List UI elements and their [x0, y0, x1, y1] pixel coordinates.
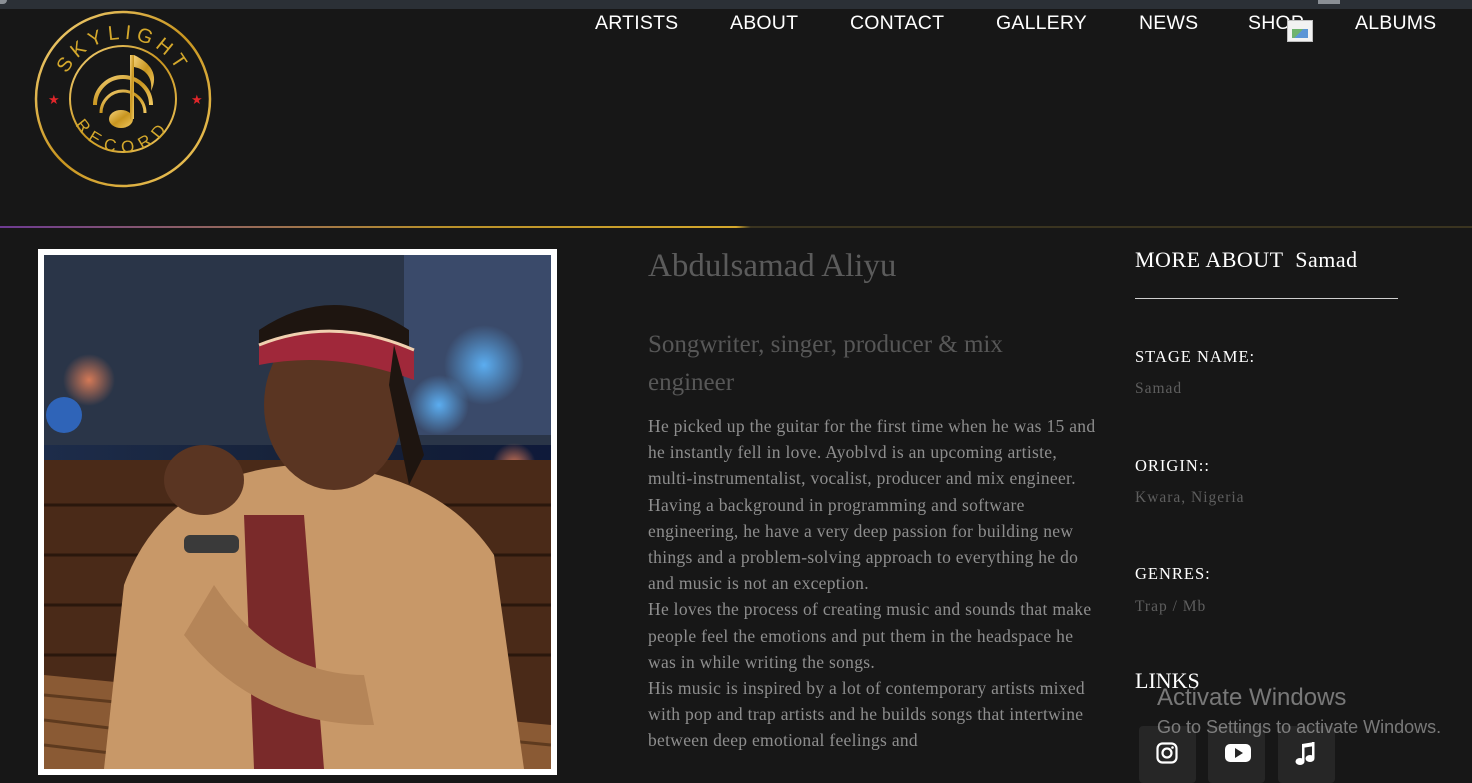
- music-note-icon: [1295, 742, 1315, 765]
- more-about-underline: [1135, 298, 1398, 299]
- origin-label: ORIGIN::: [1135, 456, 1210, 475]
- genres-value: Trap / Mb: [1135, 598, 1207, 615]
- bio-paragraph: He picked up the guitar for the first ti…: [648, 416, 1096, 489]
- artist-bio: He picked up the guitar for the first ti…: [648, 413, 1103, 754]
- browser-top-strip: [0, 0, 1472, 9]
- activate-windows-title: Activate Windows: [1157, 684, 1347, 711]
- bio-paragraph: He loves the process of creating music a…: [648, 599, 1092, 672]
- genres-label: GENRES:: [1135, 564, 1211, 583]
- artist-photo: [43, 255, 552, 771]
- artist-name: Abdulsamad Aliyu: [648, 248, 897, 284]
- nav-about[interactable]: ABOUT: [730, 12, 798, 35]
- main-nav: ARTISTS ABOUT CONTACT GALLERY NEWS SHOP …: [0, 12, 1472, 40]
- browser-strip-mark: [1318, 0, 1340, 4]
- artist-photo-frame: [38, 249, 557, 775]
- nav-news[interactable]: NEWS: [1139, 12, 1198, 35]
- origin-value: Kwara, Nigeria: [1135, 489, 1245, 506]
- activate-windows-subtitle: Go to Settings to activate Windows.: [1157, 717, 1442, 737]
- bio-paragraph: Having a background in programming and s…: [648, 494, 1079, 594]
- more-about-heading: MORE ABOUT Samad: [1135, 247, 1358, 272]
- svg-text:★: ★: [48, 93, 60, 108]
- browser-strip-mark: [0, 0, 7, 4]
- broken-image-icon: [1287, 20, 1313, 42]
- stage-name-value: Samad: [1135, 380, 1183, 397]
- music-note-emblem: [93, 55, 155, 128]
- svg-text:★: ★: [191, 93, 203, 108]
- stage-name-label: STAGE NAME:: [1135, 347, 1256, 366]
- youtube-icon: [1225, 744, 1251, 762]
- nav-artists[interactable]: ARTISTS: [595, 12, 678, 35]
- artist-role: Songwriter, singer, producer & mix engin…: [648, 331, 1003, 396]
- nav-contact[interactable]: CONTACT: [850, 12, 944, 35]
- header-divider: [0, 226, 1472, 228]
- bio-paragraph: His music is inspired by a lot of contem…: [648, 678, 1085, 751]
- instagram-icon: [1156, 742, 1178, 764]
- nav-albums[interactable]: ALBUMS: [1355, 12, 1436, 35]
- nav-gallery[interactable]: GALLERY: [996, 12, 1087, 35]
